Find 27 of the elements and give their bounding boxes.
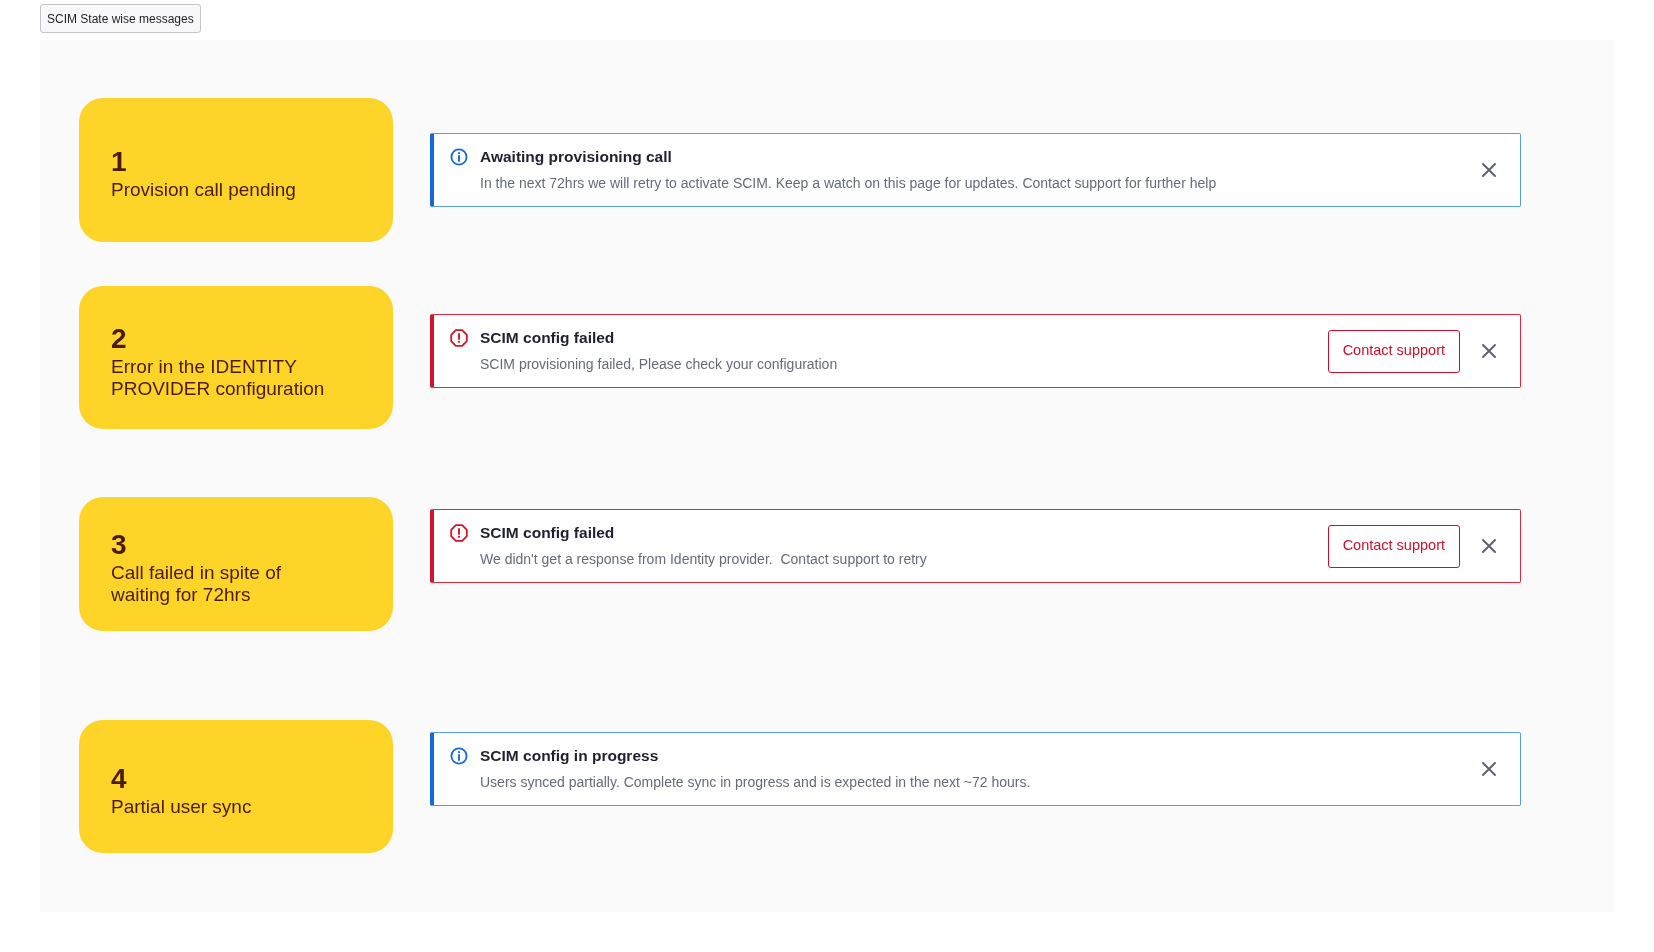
contact-support-button[interactable]: Contact support [1327, 524, 1460, 568]
alert-title: SCIM config failed [480, 328, 615, 348]
alert-message: Users synced partially. Complete sync in progress and is expected in the next ~72 hours. [480, 773, 1032, 792]
close-icon[interactable] [1482, 344, 1496, 358]
info-icon [450, 148, 468, 166]
alert-title: SCIM config in progress [480, 746, 659, 766]
state-number: 1 [111, 145, 128, 179]
state-number: 2 [111, 321, 128, 356]
close-icon[interactable] [1482, 539, 1496, 553]
close-icon[interactable] [1482, 762, 1496, 776]
alert-message: In the next 72hrs we will retry to activate SCIM. Keep a watch on this page for updates. Contact support for further help [480, 174, 1218, 193]
error-icon [450, 329, 468, 347]
state-label: Call failed in spite of waiting for 72hrs [111, 562, 283, 606]
info-icon [450, 747, 468, 765]
state-label: Error in the IDENTITY PROVIDER configuration [111, 355, 326, 400]
contact-support-button[interactable]: Contact support [1327, 329, 1460, 373]
alert-title: Awaiting provisioning call [480, 147, 672, 167]
alert-message: We didn't get a response from Identity provider. Contact support to retry [480, 550, 928, 569]
state-number: 4 [111, 761, 128, 796]
alert-message: SCIM provisioning failed, Please check your configuration [480, 355, 839, 374]
header-button[interactable]: SCIM State wise messages [40, 4, 201, 33]
state-number: 3 [111, 528, 128, 562]
alert-title: SCIM config failed [480, 523, 615, 543]
close-icon[interactable] [1482, 163, 1496, 177]
state-label: Partial user sync [111, 795, 253, 818]
state-label: Provision call pending [111, 179, 297, 201]
error-icon [450, 524, 468, 542]
